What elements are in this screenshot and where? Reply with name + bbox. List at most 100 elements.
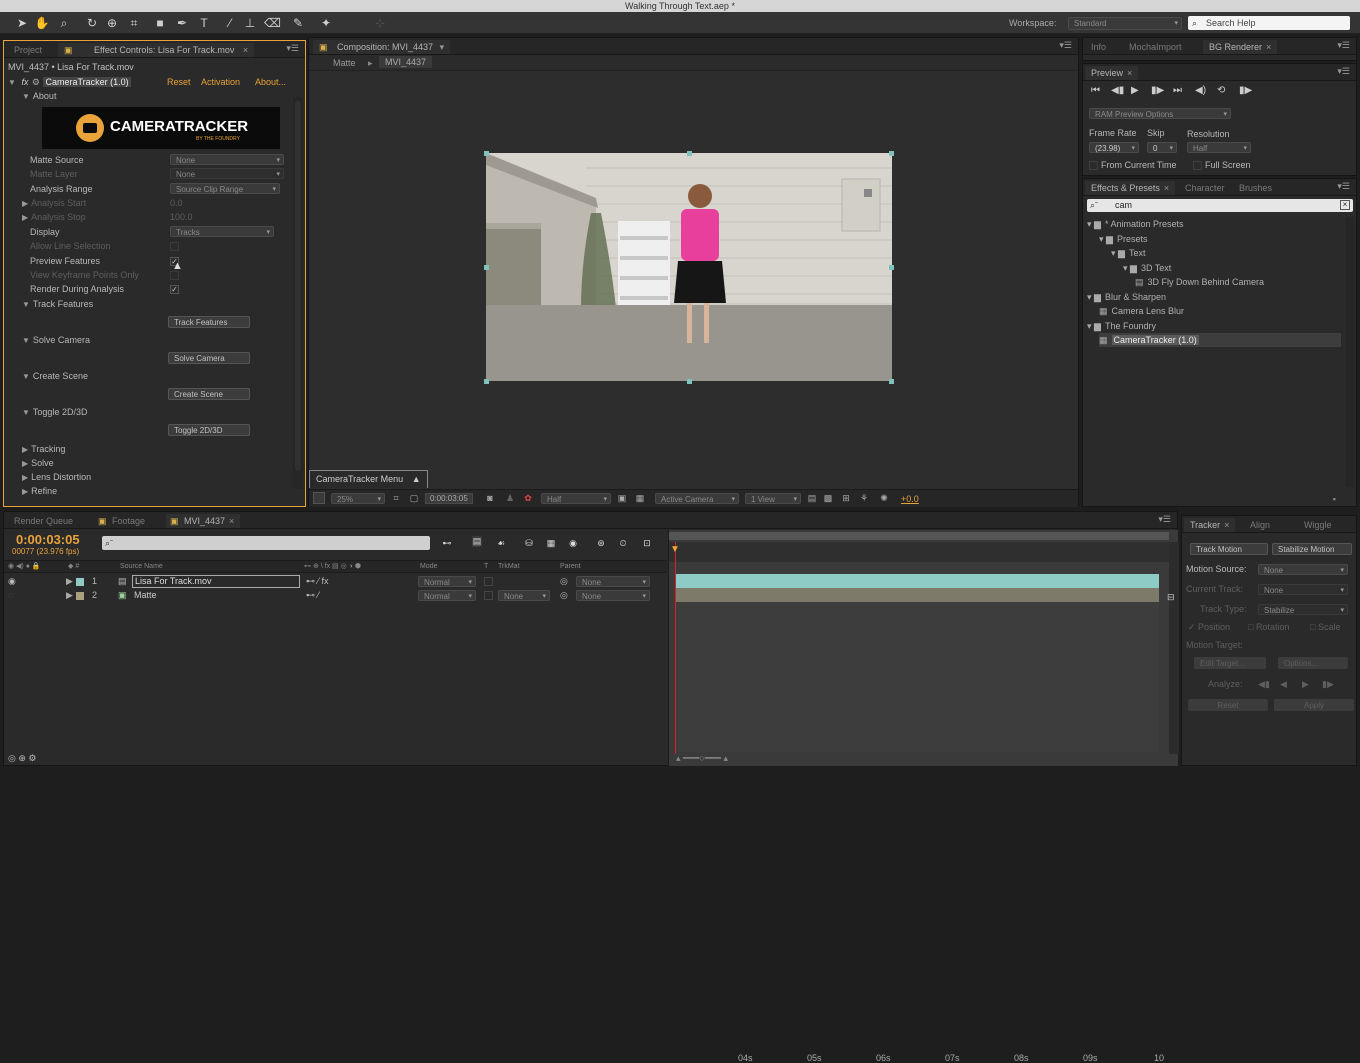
analyze-back-frame-icon[interactable]: ◀ [1280,679,1287,690]
activation-link[interactable]: Activation [201,75,240,89]
layer-switches-icon[interactable]: ⊷ ⁄ fx [306,576,329,587]
effects-scrollbar[interactable] [1346,217,1354,487]
timeline-search-input[interactable]: ⌕⁻ [102,536,430,550]
effects-tree-item[interactable]: ▾ ▆ Blur & Sharpen [1087,290,1166,304]
magnification-select[interactable]: 25% [331,493,385,505]
allow-line-selection-checkbox[interactable] [170,242,179,251]
clear-search-icon[interactable]: × [1340,200,1350,210]
layer-handle[interactable] [484,379,489,384]
toggle-2d3d-button[interactable]: Toggle 2D/3D [168,424,250,436]
source-name-header[interactable]: Source Name [120,563,163,570]
layer-handle[interactable] [889,265,894,270]
panel-menu-icon[interactable]: ▾☰ [286,43,299,54]
safe-margins-icon[interactable]: ⌗ [391,493,401,504]
analysis-start-value[interactable]: 0.0 [170,196,183,210]
solve-camera-section[interactable]: ▼ Solve Camera [22,333,90,347]
close-icon[interactable]: × [1127,68,1132,78]
effect-scrollbar[interactable] [293,97,303,489]
selection-tool-icon[interactable]: ➤ [14,15,30,31]
pen-tool-icon[interactable]: ✒ [174,15,190,31]
label-color-swatch[interactable] [76,578,84,586]
about-section[interactable]: ▼ About [22,89,56,103]
effects-tree-item[interactable]: ▾ ▆ * Animation Presets [1087,217,1184,231]
fast-previews-icon[interactable]: ▣ [617,493,627,504]
tab-mochaimport[interactable]: MochaImport [1123,40,1188,54]
blend-mode-select[interactable]: Normal [418,576,476,588]
effects-tree-item[interactable]: ▤ 3D Fly Down Behind Camera [1135,275,1264,289]
layer-switches-icon[interactable]: ⊷ ⁄ [306,590,319,601]
tab-tracker[interactable]: Tracker × [1184,518,1236,532]
analysis-stop-value[interactable]: 100.0 [170,210,193,224]
layer-handle[interactable] [687,379,692,384]
always-preview-icon[interactable] [313,492,325,504]
solve-camera-button[interactable]: Solve Camera [168,352,250,364]
layer-handle[interactable] [484,151,489,156]
current-track-select[interactable]: None [1258,584,1348,596]
region-of-interest-icon[interactable]: ▢ [409,493,419,504]
snapshot-icon[interactable]: ◙ [485,493,495,503]
timeline-graph-area[interactable]: ▼ ⊟ [668,530,1179,766]
exposure-icon[interactable]: ✺ [879,493,889,504]
create-scene-button[interactable]: Create Scene [168,388,250,400]
options-button[interactable]: Options... [1278,657,1348,669]
track-motion-button[interactable]: Track Motion [1190,543,1268,555]
panel-menu-icon[interactable]: ▾☰ [1337,40,1350,51]
motion-blur-icon[interactable]: ◉ [568,538,578,549]
lens-distortion-section[interactable]: ▶ Lens Distortion [22,470,91,484]
panel-menu-icon[interactable]: ▾☰ [1337,66,1350,77]
previous-frame-icon[interactable]: ◀▮ [1111,85,1124,96]
playhead-line[interactable] [675,542,676,754]
playhead-marker-icon[interactable]: ▼ [670,544,680,555]
timeline-icon[interactable]: ⊞ [841,493,851,504]
time-ruler[interactable] [669,542,1169,562]
brush-tool-icon[interactable]: ⁄ [222,15,238,31]
blend-mode-select[interactable]: Normal [418,590,476,602]
track-features-button[interactable]: Track Features [168,316,250,328]
crumb-matte[interactable]: Matte [333,58,356,68]
layer-row[interactable]: ◌ ▶ 2 ▣ Matte ⊷ ⁄ Normal None ◎ None [4,589,667,603]
stabilize-motion-button[interactable]: Stabilize Motion [1272,543,1352,555]
tab-info[interactable]: Info [1085,40,1112,54]
effects-tree-item[interactable]: ▾ ▆ 3D Text [1123,261,1171,275]
roto-brush-tool-icon[interactable]: ✎ [290,15,306,31]
close-icon[interactable]: × [243,45,248,55]
close-icon[interactable]: × [1164,183,1169,193]
first-frame-icon[interactable]: ⏮ [1091,85,1100,96]
label-color-swatch[interactable] [76,592,84,600]
view-keyframe-points-checkbox[interactable] [170,271,179,280]
expand-arrow-icon[interactable]: ▶ [66,576,73,587]
draft-3d-icon[interactable]: ☙ [496,538,506,549]
mode-header[interactable]: Mode [420,563,438,570]
rotation-checkbox[interactable]: □ Rotation [1248,622,1289,632]
tab-character[interactable]: Character [1179,181,1231,195]
skip-select[interactable]: 0 [1147,142,1177,154]
view-layout-select[interactable]: 1 View [745,493,801,505]
eye-icon[interactable]: ◉ [8,576,16,587]
scale-checkbox[interactable]: □ Scale [1310,622,1340,632]
preserve-transparency-checkbox[interactable] [484,577,493,586]
effects-search-input[interactable]: ⌕⁻ cam × [1087,199,1353,212]
analysis-range-select[interactable]: Source Clip Range [170,183,280,195]
eraser-tool-icon[interactable]: ⌫ [264,15,281,31]
camera-view-select[interactable]: Active Camera [655,493,739,505]
zoom-tool-icon[interactable]: ⌕ [56,15,72,31]
next-frame-icon[interactable]: ▮▶ [1151,85,1164,96]
ram-preview-icon[interactable]: ▮▶ [1239,85,1252,96]
new-folder-icon[interactable]: ▪ [1333,494,1336,504]
current-time-field[interactable]: 0:00:03:05 [425,493,473,504]
tab-preview[interactable]: Preview × [1085,66,1139,80]
effects-tree-item[interactable]: ▦ CameraTracker (1.0) [1099,333,1341,347]
flowchart-icon[interactable]: ⚘ [859,493,869,504]
track-features-section[interactable]: ▼ Track Features [22,297,93,311]
tab-bg-renderer[interactable]: BG Renderer × [1203,40,1278,54]
hand-tool-icon[interactable]: ✋ [34,15,50,31]
puppet-tool-icon[interactable]: ✦ [318,15,334,31]
rectangle-tool-icon[interactable]: ■ [152,15,168,31]
loop-icon[interactable]: ⟲ [1217,85,1225,96]
graph-editor-icon[interactable]: ⊡ [642,538,652,549]
pixel-aspect-icon[interactable]: ▤ [807,493,817,504]
parent-select[interactable]: None [576,576,650,588]
play-icon[interactable]: ▶ [1131,85,1139,96]
scrollbar-thumb[interactable] [295,101,301,471]
display-select[interactable]: Tracks [170,226,274,238]
